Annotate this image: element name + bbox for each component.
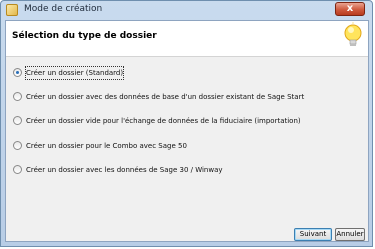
next-button[interactable]: Suivant bbox=[294, 228, 332, 241]
option-label[interactable]: Créer un dossier avec des données de bas… bbox=[26, 91, 304, 103]
option-label[interactable]: Créer un dossier pour le Combo avec Sage… bbox=[26, 140, 187, 152]
radio-button[interactable] bbox=[13, 68, 22, 77]
radio-button[interactable] bbox=[13, 165, 22, 174]
option-label[interactable]: Créer un dossier vide pour l'échange de … bbox=[26, 115, 301, 127]
page-title: Sélection du type de dossier bbox=[12, 31, 157, 41]
window-title: Mode de création bbox=[24, 4, 103, 14]
app-icon bbox=[6, 4, 18, 16]
title-bar[interactable]: Mode de création x bbox=[1, 1, 372, 21]
header-panel: Sélection du type de dossier bbox=[6, 21, 368, 57]
cancel-button[interactable]: Annuler bbox=[335, 228, 365, 241]
radio-button[interactable] bbox=[13, 92, 22, 101]
dialog-window: Mode de création x Sélection du type de … bbox=[0, 0, 373, 247]
option-label[interactable]: Créer un dossier avec les données de Sag… bbox=[26, 164, 223, 176]
dialog-content: Sélection du type de dossier Créer un do… bbox=[5, 20, 369, 242]
radio-button[interactable] bbox=[13, 116, 22, 125]
close-button[interactable]: x bbox=[335, 2, 365, 16]
option-label[interactable]: Créer un dossier (Standard) bbox=[24, 66, 125, 80]
radio-button[interactable] bbox=[13, 141, 22, 150]
lightbulb-icon bbox=[344, 22, 362, 46]
